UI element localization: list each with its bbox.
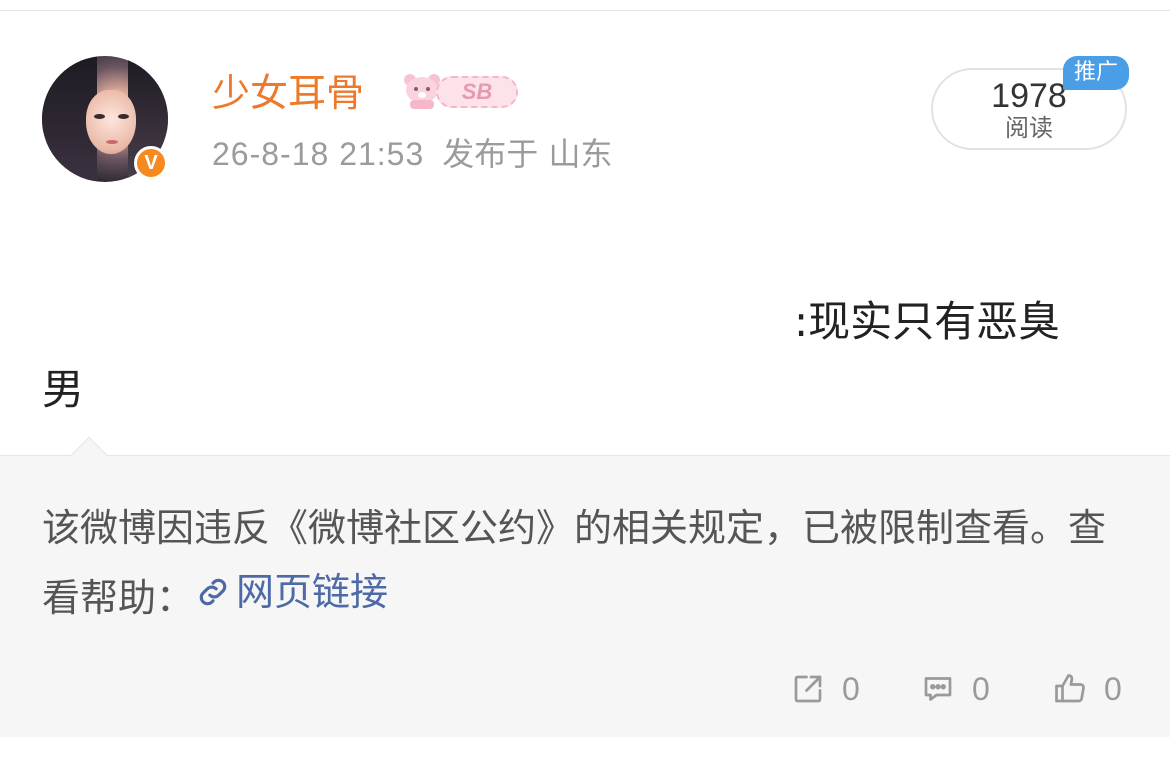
comment-button[interactable]: 0: [920, 664, 990, 714]
post-meta: 26-8-18 21:53 发布于 山东: [212, 134, 612, 174]
post-location: 发布于 山东: [442, 135, 613, 173]
member-badge[interactable]: SB: [400, 70, 518, 112]
read-label: 阅读: [1005, 114, 1053, 142]
post-content-line2: 男: [42, 365, 85, 414]
promo-tag: 推广: [1063, 56, 1129, 90]
comment-icon: [924, 677, 952, 701]
comment-count: 0: [972, 671, 990, 707]
author-name[interactable]: 少女耳骨: [212, 70, 364, 116]
share-button[interactable]: 0: [790, 664, 860, 714]
top-divider: [0, 10, 1170, 11]
share-count: 0: [842, 671, 860, 707]
avatar[interactable]: V: [42, 56, 168, 182]
thumbs-up-icon: [1055, 674, 1085, 703]
verified-badge-icon: V: [134, 146, 168, 180]
like-button[interactable]: 0: [1052, 664, 1122, 714]
link-icon: [199, 578, 227, 606]
post-content: :现实只有恶臭 男: [42, 288, 1102, 424]
action-bar: 0 0 0: [0, 664, 1170, 714]
badge-label: SB: [436, 76, 518, 108]
like-count: 0: [1104, 671, 1122, 707]
help-link-label: 网页链接: [236, 570, 389, 614]
bottom-spacer: [0, 737, 1170, 761]
help-link[interactable]: 网页链接: [194, 560, 388, 624]
share-icon: [794, 675, 822, 703]
post-content-line1: :现实只有恶臭: [794, 297, 1061, 346]
post-timestamp: 26-8-18 21:53: [212, 136, 425, 172]
restriction-notice-text: 该微博因违反《微博社区公约》的相关规定，已被限制查看。查看帮助： 网页链接: [42, 496, 1122, 630]
